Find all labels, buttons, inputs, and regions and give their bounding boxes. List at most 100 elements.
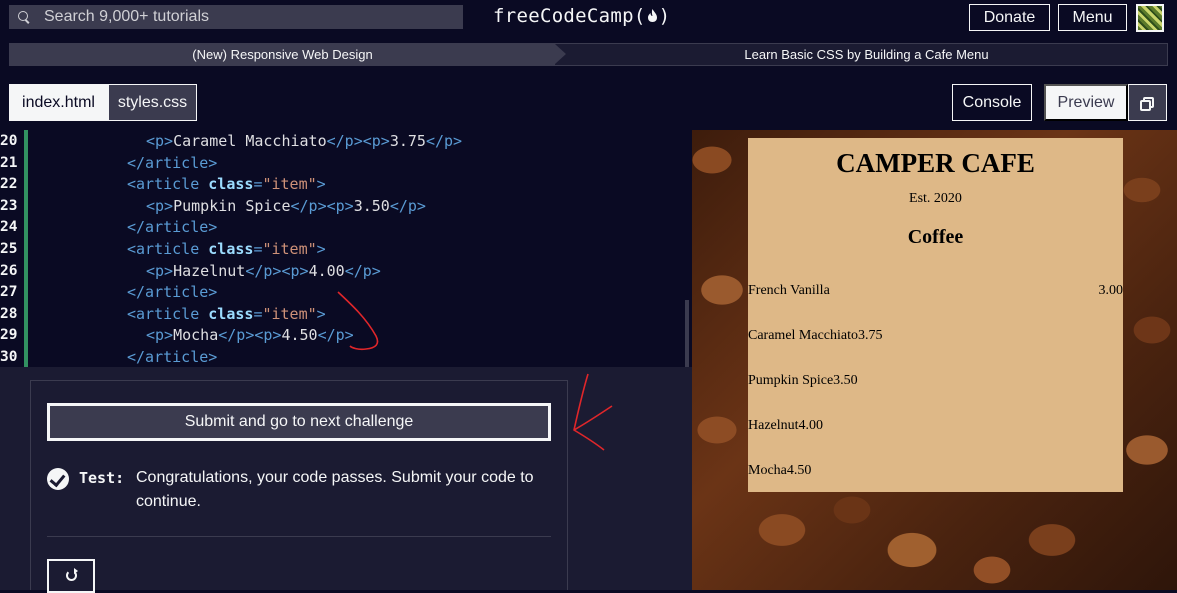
- editable-region-marker: [24, 130, 28, 367]
- menu-item: Caramel Macchiato3.75: [748, 328, 883, 344]
- tab-index-html[interactable]: index.html: [9, 84, 108, 121]
- code-token: 3.50: [353, 196, 390, 215]
- preview-pane: CAMPER CAFE Est. 2020 Coffee French Vani…: [692, 130, 1177, 590]
- tab-styles-css[interactable]: styles.css: [108, 84, 197, 121]
- line-number: 24: [0, 219, 18, 236]
- code-token: Caramel Macchiato: [173, 132, 327, 150]
- test-message: Congratulations, your code passes. Submi…: [136, 469, 534, 510]
- menu-item-name: Pumpkin Spice: [748, 373, 834, 388]
- reset-button[interactable]: [47, 559, 95, 593]
- code-token: <p>: [146, 196, 174, 215]
- breadcrumb-course[interactable]: (New) Responsive Web Design: [10, 44, 566, 65]
- section-heading: Coffee: [907, 226, 964, 248]
- donate-button[interactable]: Donate: [969, 4, 1050, 31]
- code-text: <p>Mocha</p><p>4.50</p>: [146, 325, 354, 347]
- code-token: 4.00: [308, 261, 345, 280]
- test-label: Test:: [79, 469, 125, 487]
- code-token: </p><p>: [326, 132, 390, 150]
- preview-button[interactable]: Preview: [1044, 84, 1128, 121]
- search-bar[interactable]: [9, 5, 463, 29]
- code-text: </article>: [127, 217, 217, 239]
- top-nav: freeCodeCamp() Donate Menu: [0, 0, 1177, 34]
- line-number: 26: [0, 262, 18, 279]
- code-token: Mocha: [173, 326, 219, 345]
- code-token: </article>: [127, 153, 218, 172]
- search-icon: [18, 11, 30, 23]
- code-token: "item": [262, 240, 317, 258]
- code-text: <article class="item">: [127, 174, 326, 196]
- code-token: </article>: [127, 348, 218, 366]
- menu-item-name: Mocha: [748, 463, 787, 478]
- instructions-pane: Submit and go to next challenge Test: Co…: [0, 367, 692, 593]
- code-token: 3.75: [389, 132, 426, 150]
- line-number: 22: [0, 176, 18, 193]
- code-token: >: [316, 304, 326, 323]
- line-number: 30: [0, 349, 18, 365]
- flame-icon: [647, 9, 657, 22]
- line-number: 25: [0, 241, 18, 257]
- code-token: "item": [262, 304, 317, 323]
- code-token: </p>: [425, 132, 463, 150]
- line-number: 20: [0, 133, 18, 149]
- code-token: "item": [262, 175, 317, 194]
- menu-button[interactable]: Menu: [1058, 4, 1127, 31]
- code-token: </p>: [389, 196, 426, 215]
- menu-item: Pumpkin Spice3.50: [748, 373, 858, 389]
- code-token: </p><p>: [290, 196, 354, 215]
- code-token: class: [208, 240, 254, 258]
- menu-card: CAMPER CAFE Est. 2020 Coffee French Vani…: [748, 138, 1123, 492]
- code-text: <article class="item">: [127, 239, 326, 261]
- search-input[interactable]: [44, 8, 424, 26]
- cafe-title: CAMPER CAFE: [836, 148, 1035, 178]
- code-token: <article: [127, 175, 209, 194]
- code-token: <p>: [146, 261, 174, 280]
- menu-item-price: 4.00: [798, 418, 824, 433]
- line-number: 29: [0, 327, 18, 344]
- menu-item-name: Caramel Macchiato: [748, 328, 859, 343]
- code-token: <p>: [146, 132, 174, 150]
- popout-preview-button[interactable]: [1128, 84, 1167, 121]
- code-token: <article: [127, 304, 209, 323]
- code-text: <p>Caramel Macchiato</p><p>3.75</p>: [146, 131, 462, 153]
- code-token: >: [316, 175, 326, 194]
- test-panel: Submit and go to next challenge Test: Co…: [30, 380, 568, 593]
- code-token: Hazelnut: [173, 261, 246, 280]
- code-token: </article>: [127, 283, 218, 302]
- code-text: </article>: [127, 347, 217, 367]
- line-number: 23: [0, 197, 18, 214]
- menu-item: Hazelnut4.00: [748, 418, 823, 434]
- console-button[interactable]: Console: [952, 84, 1032, 121]
- menu-item-price: 4.50: [786, 463, 812, 478]
- code-text: <p>Hazelnut</p><p>4.00</p>: [146, 261, 381, 283]
- line-number: 27: [0, 284, 18, 301]
- brand-logo[interactable]: freeCodeCamp(): [493, 5, 670, 27]
- code-text: <p>Pumpkin Spice</p><p>3.50</p>: [146, 196, 426, 218]
- code-editor[interactable]: 20 <p>Caramel Macchiato</p><p>3.75</p> 21 <…: [0, 130, 692, 367]
- menu-item-price: 3.00: [1098, 283, 1124, 298]
- divider: [47, 536, 551, 537]
- submit-button[interactable]: Submit and go to next challenge: [47, 403, 551, 441]
- breadcrumb-project-label: Learn Basic CSS by Building a Cafe Menu: [744, 47, 989, 62]
- code-token: Pumpkin Spice: [173, 196, 291, 215]
- code-token: class: [208, 175, 254, 194]
- brand-close: ): [658, 5, 671, 27]
- code-token: </article>: [127, 218, 218, 237]
- brand-text: freeCodeCamp(: [493, 5, 646, 27]
- menu-item-price: 3.50: [833, 373, 858, 388]
- established-text: Est. 2020: [909, 191, 962, 206]
- menu-item-price: 3.75: [858, 328, 883, 343]
- avatar[interactable]: [1136, 4, 1164, 32]
- code-token: class: [208, 304, 254, 323]
- menu-item-name: French Vanilla: [748, 283, 830, 298]
- code-text: </article>: [127, 153, 217, 175]
- line-number: 28: [0, 305, 18, 322]
- code-token: </p><p>: [245, 261, 309, 280]
- code-text: </article>: [127, 282, 217, 304]
- code-token: </p>: [317, 326, 354, 345]
- check-circle-icon: [47, 468, 69, 490]
- code-token: </p><p>: [218, 326, 282, 345]
- breadcrumb-project[interactable]: Learn Basic CSS by Building a Cafe Menu: [566, 44, 1167, 65]
- breadcrumb: (New) Responsive Web Design Learn Basic …: [9, 43, 1168, 66]
- menu-item: Mocha4.50: [748, 463, 811, 479]
- code-text: <article class="item">: [127, 304, 326, 326]
